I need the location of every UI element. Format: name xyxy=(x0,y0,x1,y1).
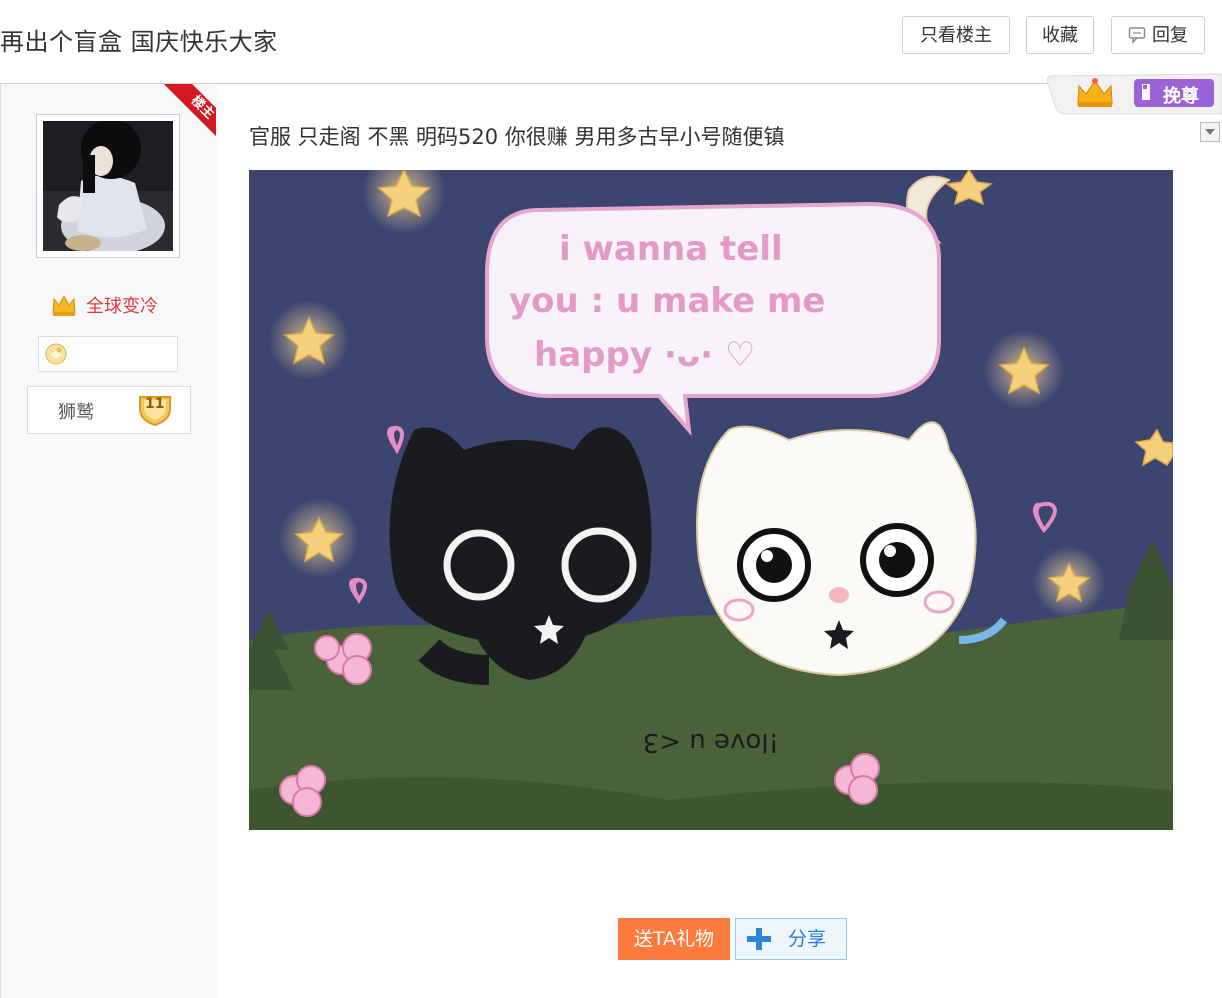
bubble-text-line1: i wanna tell xyxy=(559,229,783,269)
comment-icon xyxy=(1128,26,1146,44)
forum-name: 狮鹫 xyxy=(58,402,94,423)
only-op-button[interactable]: 只看楼主 xyxy=(902,16,1010,54)
bubble-text-line2: you : u make me xyxy=(509,281,826,321)
reply-label: 回复 xyxy=(1152,25,1188,46)
honor-label: 挽尊 xyxy=(1163,86,1199,107)
bubble-text-line3: happy ·ᴗ· ♡ xyxy=(534,335,755,375)
forum-level-box[interactable]: 狮鹫 11 xyxy=(27,386,191,434)
send-gift-button[interactable]: 送TA礼物 xyxy=(618,918,730,960)
badge-icon xyxy=(45,343,67,365)
avatar-image xyxy=(43,121,173,251)
ground-text: !love u <3 xyxy=(643,727,779,757)
post-text: 官服 只走阁 不黑 明码520 你很赚 男用多古早小号随便镇 xyxy=(249,125,785,149)
post-image[interactable]: i wanna tell you : u make me happy ·ᴗ· ♡… xyxy=(249,170,1173,830)
user-badge-box xyxy=(38,336,178,372)
triangle-down-icon xyxy=(1205,129,1215,135)
crown-icon xyxy=(52,294,76,316)
share-button[interactable]: 分享 xyxy=(735,918,847,960)
username-row: 全球变冷 xyxy=(50,290,158,320)
thread-header: 再出个盲盒 国庆快乐大家 只看楼主 收藏 回复 xyxy=(0,0,1222,84)
share-plus-icon xyxy=(747,928,771,950)
thread-title: 再出个盲盒 国庆快乐大家 xyxy=(0,28,278,56)
reply-button[interactable]: 回复 xyxy=(1111,16,1205,54)
favorite-button[interactable]: 收藏 xyxy=(1026,16,1094,54)
post-options-dropdown[interactable] xyxy=(1200,122,1220,142)
level-number: 11 xyxy=(145,396,165,412)
share-label: 分享 xyxy=(788,928,827,950)
avatar[interactable] xyxy=(36,114,180,258)
username[interactable]: 全球变冷 xyxy=(86,292,158,318)
